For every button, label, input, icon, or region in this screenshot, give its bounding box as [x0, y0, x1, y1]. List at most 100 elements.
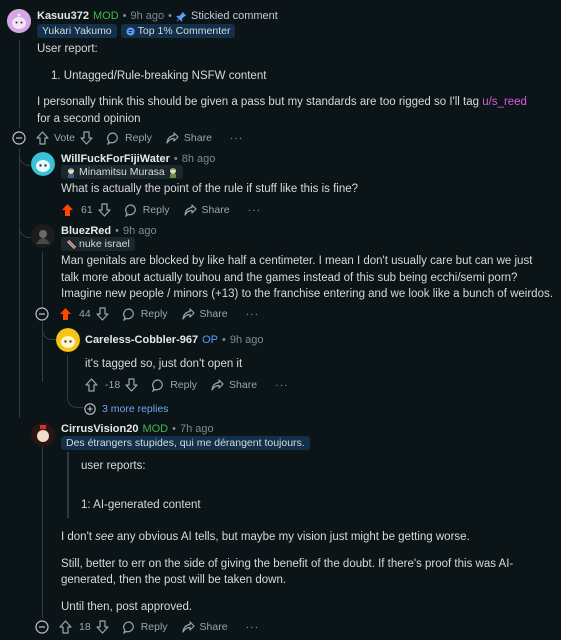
flair-emoji-icon [66, 167, 76, 178]
more-options-button[interactable]: ··· [230, 128, 244, 148]
upvote-icon[interactable] [36, 131, 49, 145]
comment-paragraph: I don't see any obvious AI tells, but ma… [61, 529, 541, 546]
thread-line[interactable] [42, 446, 43, 618]
comment-author[interactable]: WillFuckForFijiWater [61, 153, 170, 165]
comment-badge-icon [126, 26, 135, 36]
flair-row: nuke israel [61, 237, 135, 253]
text-span: I don't [61, 531, 96, 543]
text-span: I personally think this should be given … [37, 96, 483, 108]
share-button[interactable]: Share [181, 304, 228, 324]
user-mention-link[interactable]: u/s_reed [482, 96, 527, 108]
badge-label: Top 1% Commenter [137, 24, 231, 37]
avatar[interactable] [56, 328, 80, 352]
avatar[interactable] [31, 423, 55, 447]
collapse-icon[interactable] [35, 620, 49, 634]
more-options-button[interactable]: ··· [246, 304, 260, 324]
comment-time[interactable]: 9h ago [230, 334, 264, 346]
more-options-button[interactable]: ··· [246, 617, 260, 637]
separator-dot: • [122, 10, 127, 22]
reply-label: Reply [140, 621, 168, 633]
share-button[interactable]: Share [211, 375, 257, 395]
reply-button[interactable]: Reply [107, 128, 152, 148]
user-avatar-icon [31, 224, 55, 248]
thread-line[interactable] [19, 148, 20, 418]
vote-group: Vote [36, 128, 93, 148]
thread-line[interactable] [67, 355, 68, 383]
more-replies-label: 3 more replies [102, 403, 169, 415]
downvote-icon[interactable] [98, 203, 111, 217]
reply-button[interactable]: Reply [122, 304, 168, 324]
comment-author[interactable]: BluezRed [61, 225, 111, 237]
reply-label: Reply [170, 379, 198, 391]
text-span: for a second opinion [37, 112, 141, 125]
user-flair: Minamitsu Murasa [61, 165, 183, 179]
comment-author[interactable]: Careless-Cobbler-967 [85, 334, 198, 346]
downvote-icon[interactable] [80, 131, 93, 145]
upvote-icon[interactable] [85, 378, 98, 392]
share-icon [181, 308, 195, 320]
mod-badge: MOD [142, 423, 169, 435]
reply-button[interactable]: Reply [124, 200, 170, 220]
share-icon [181, 621, 195, 633]
thread-curve [42, 322, 56, 340]
separator-dot: • [172, 423, 176, 435]
upvote-icon[interactable] [59, 307, 72, 321]
thread-curve [67, 380, 83, 408]
snoo-avatar-icon [56, 328, 80, 352]
comment-body: Man genitals are blocked by like half a … [61, 255, 553, 300]
reply-label: Reply [125, 132, 152, 144]
downvote-icon[interactable] [125, 378, 138, 392]
comment-time[interactable]: 9h ago [123, 225, 157, 237]
pin-icon [176, 11, 187, 22]
comment-time[interactable]: 7h ago [180, 423, 214, 435]
downvote-icon[interactable] [96, 620, 109, 634]
comment-time[interactable]: 9h ago [131, 10, 165, 22]
comment-header: WillFuckForFijiWater • 8h ago [61, 152, 215, 166]
flair-label: Minamitsu Murasa [79, 165, 165, 178]
collapse-icon[interactable] [35, 307, 49, 321]
vote-group: 18 [59, 617, 109, 637]
reply-icon [122, 620, 136, 634]
avatar[interactable] [31, 152, 55, 176]
action-bar: 18 Reply Share ··· [35, 617, 259, 637]
comment-author[interactable]: Kasuu372 [37, 10, 89, 22]
thread-line[interactable] [42, 252, 43, 310]
stickied-label: Stickied comment [191, 10, 278, 22]
comment-body: What is actually the point of the rule i… [61, 183, 359, 195]
quote-line: 1: AI-generated content [81, 498, 201, 511]
flair-row: Yukari Yakumo Top 1% Commenter [37, 24, 236, 38]
upvote-icon[interactable] [59, 620, 72, 634]
comment-list-item: 1. Untagged/Rule-breaking NSFW content [51, 69, 267, 82]
flair-row: Des étrangers stupides, qui me dérangent… [61, 435, 310, 450]
share-label: Share [201, 204, 230, 216]
share-icon [211, 379, 224, 391]
collapse-icon[interactable] [12, 131, 26, 145]
vote-group: -18 [85, 375, 138, 395]
comment-author[interactable]: CirrusVision20 [61, 423, 138, 435]
comment-header: BluezRed • 9h ago [61, 224, 157, 238]
quote-line: user reports: [81, 460, 146, 472]
reply-button[interactable]: Reply [152, 375, 197, 395]
avatar[interactable] [31, 224, 55, 248]
avatar[interactable] [7, 9, 31, 33]
mod-badge: MOD [92, 10, 119, 22]
more-options-button[interactable]: ··· [275, 375, 289, 395]
more-replies-button[interactable]: 3 more replies [84, 402, 169, 416]
action-bar: -18 Reply Share ··· [85, 375, 289, 395]
vote-group: 61 [61, 200, 111, 220]
reply-button[interactable]: Reply [122, 617, 168, 637]
share-button[interactable]: Share [183, 200, 230, 220]
flair-emoji-icon [168, 167, 178, 178]
more-options-button[interactable]: ··· [248, 200, 262, 220]
share-button[interactable]: Share [166, 128, 212, 148]
share-button[interactable]: Share [181, 617, 228, 637]
text-span: any obvious AI tells, but maybe my visio… [113, 531, 470, 543]
upvote-icon[interactable] [61, 203, 74, 217]
thread-line[interactable] [19, 40, 20, 128]
reply-label: Reply [140, 308, 168, 320]
comment-time[interactable]: 8h ago [182, 153, 216, 165]
snoo-avatar-icon [31, 152, 55, 176]
flair-row: Minamitsu Murasa [61, 165, 183, 181]
downvote-icon[interactable] [96, 307, 109, 321]
emphasis-text: see [95, 531, 114, 543]
